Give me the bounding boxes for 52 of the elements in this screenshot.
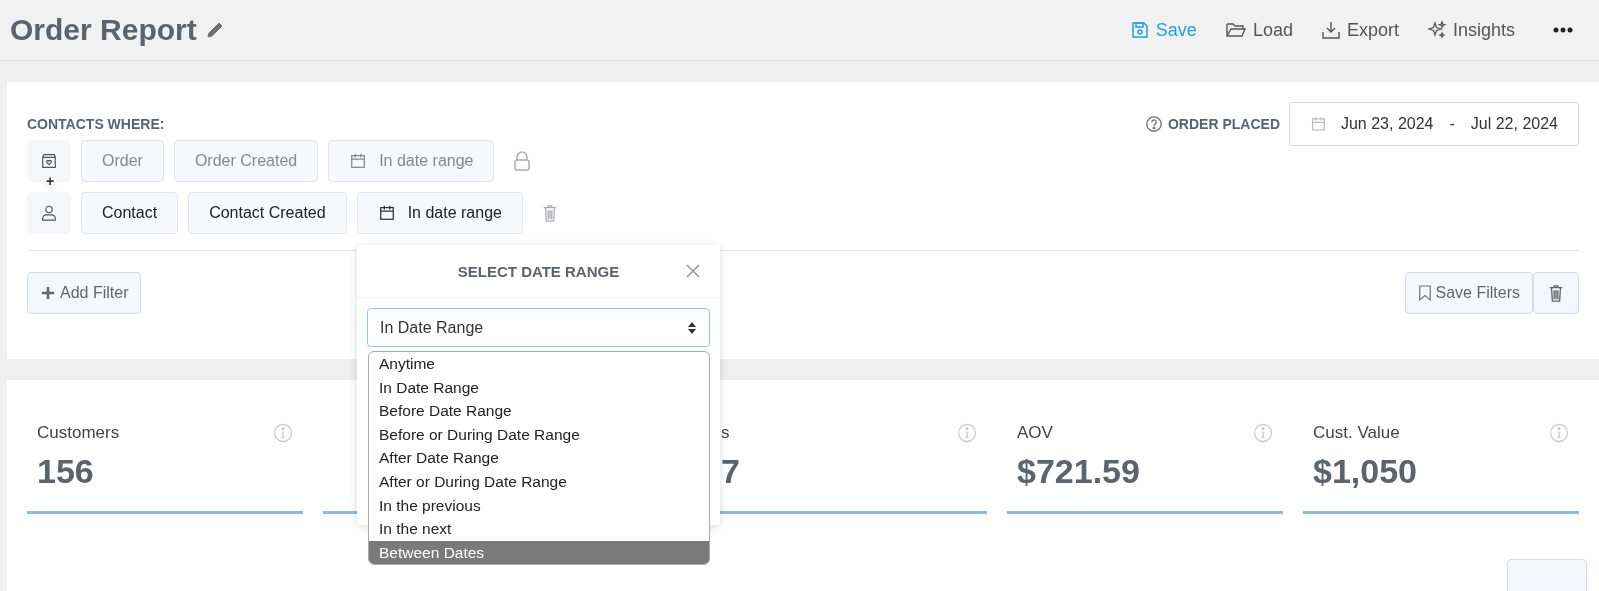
stat-label: s — [721, 423, 730, 443]
stat-value: $721.59 — [1017, 452, 1140, 491]
bookmark-icon — [1417, 284, 1432, 302]
dropdown-option[interactable]: Anytime — [369, 352, 709, 376]
toolbar-button[interactable]: Export — [1320, 19, 1399, 41]
delete-button[interactable] — [1533, 272, 1579, 314]
person-icon — [27, 192, 71, 234]
download-tray-icon — [1320, 20, 1341, 40]
stat-value: 156 — [37, 452, 94, 491]
folder-icon — [1224, 20, 1247, 40]
help-icon[interactable] — [1145, 115, 1163, 133]
popup-title: SELECT DATE RANGE — [457, 262, 620, 280]
property-chip[interactable]: Contact Created — [188, 192, 347, 234]
dropdown-option[interactable]: Before or During Date Range — [369, 422, 709, 447]
sparkle-icon — [1426, 20, 1447, 40]
filter-heading: CONTACTS WHERE: — [27, 116, 165, 132]
calendar-icon — [349, 152, 368, 170]
cut-off-button[interactable] — [1507, 559, 1587, 591]
info-icon[interactable] — [1253, 423, 1273, 443]
more-icon[interactable] — [1553, 27, 1573, 33]
date-range-field[interactable]: Jun 23, 2024 - Jul 22, 2024 — [1289, 102, 1579, 146]
page-title: Order Report — [10, 13, 197, 47]
condition-chip[interactable]: In date range — [356, 192, 523, 234]
field-chip[interactable]: Contact — [81, 192, 179, 234]
dropdown-option[interactable]: After or During Date Range — [369, 469, 709, 494]
date-label: ORDER PLACED — [1168, 116, 1280, 132]
info-icon[interactable] — [1549, 423, 1569, 443]
dropdown-option[interactable]: Between Dates — [369, 540, 709, 565]
stat-label: Customers — [37, 423, 120, 443]
dropdown-option[interactable]: After Date Range — [369, 446, 709, 470]
stat-value: $1,050 — [1313, 452, 1417, 491]
calendar-icon — [377, 204, 396, 222]
close-icon[interactable] — [686, 264, 700, 278]
info-icon[interactable] — [957, 423, 977, 443]
pencil-icon[interactable] — [204, 20, 225, 40]
add-filter-button[interactable]: Add Filter — [27, 272, 142, 314]
trash-icon — [1547, 283, 1565, 303]
toolbar-button[interactable]: Load — [1224, 19, 1293, 41]
stat-value: 7 — [721, 452, 740, 491]
info-icon[interactable] — [273, 423, 293, 443]
stat-label: Cust. Value — [1313, 423, 1400, 443]
stat-label: AOV — [1017, 423, 1053, 443]
dropdown-option[interactable]: In the previous — [369, 493, 709, 518]
dropdown-option[interactable]: In the next — [369, 517, 709, 541]
dropdown-option[interactable]: Before Date Range — [369, 399, 709, 423]
dropdown-option[interactable]: In Date Range — [369, 375, 709, 400]
plus-icon — [40, 285, 56, 301]
sort-arrows-icon — [687, 320, 697, 335]
range-select[interactable]: In Date Range — [367, 308, 710, 347]
toolbar-button[interactable]: Insights — [1426, 19, 1515, 41]
save-filters-button[interactable]: Save Filters — [1404, 272, 1533, 314]
calendar-icon — [1310, 115, 1327, 133]
